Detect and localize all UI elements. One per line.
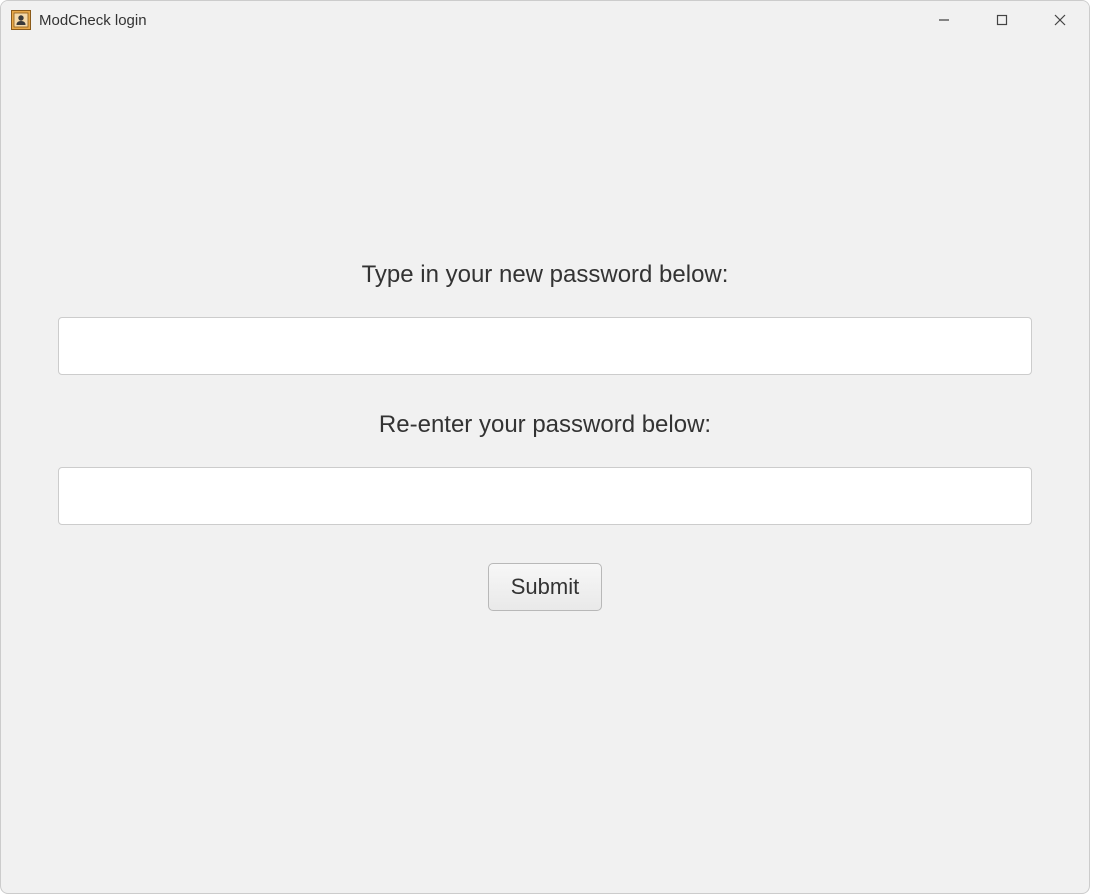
app-window: ModCheck login Type in your new passwor	[0, 0, 1090, 894]
titlebar: ModCheck login	[1, 1, 1089, 39]
submit-button[interactable]: Submit	[488, 563, 602, 611]
maximize-icon	[996, 14, 1008, 26]
minimize-button[interactable]	[915, 1, 973, 39]
window-title: ModCheck login	[39, 12, 915, 29]
close-icon	[1054, 14, 1066, 26]
new-password-label: Type in your new password below:	[362, 261, 729, 289]
window-controls	[915, 1, 1089, 39]
confirm-password-input[interactable]	[58, 467, 1032, 525]
new-password-input[interactable]	[58, 317, 1032, 375]
close-button[interactable]	[1031, 1, 1089, 39]
confirm-password-label: Re-enter your password below:	[379, 411, 711, 439]
maximize-button[interactable]	[973, 1, 1031, 39]
app-icon	[11, 10, 31, 30]
minimize-icon	[938, 14, 950, 26]
content-area: Type in your new password below: Re-ente…	[1, 39, 1089, 893]
